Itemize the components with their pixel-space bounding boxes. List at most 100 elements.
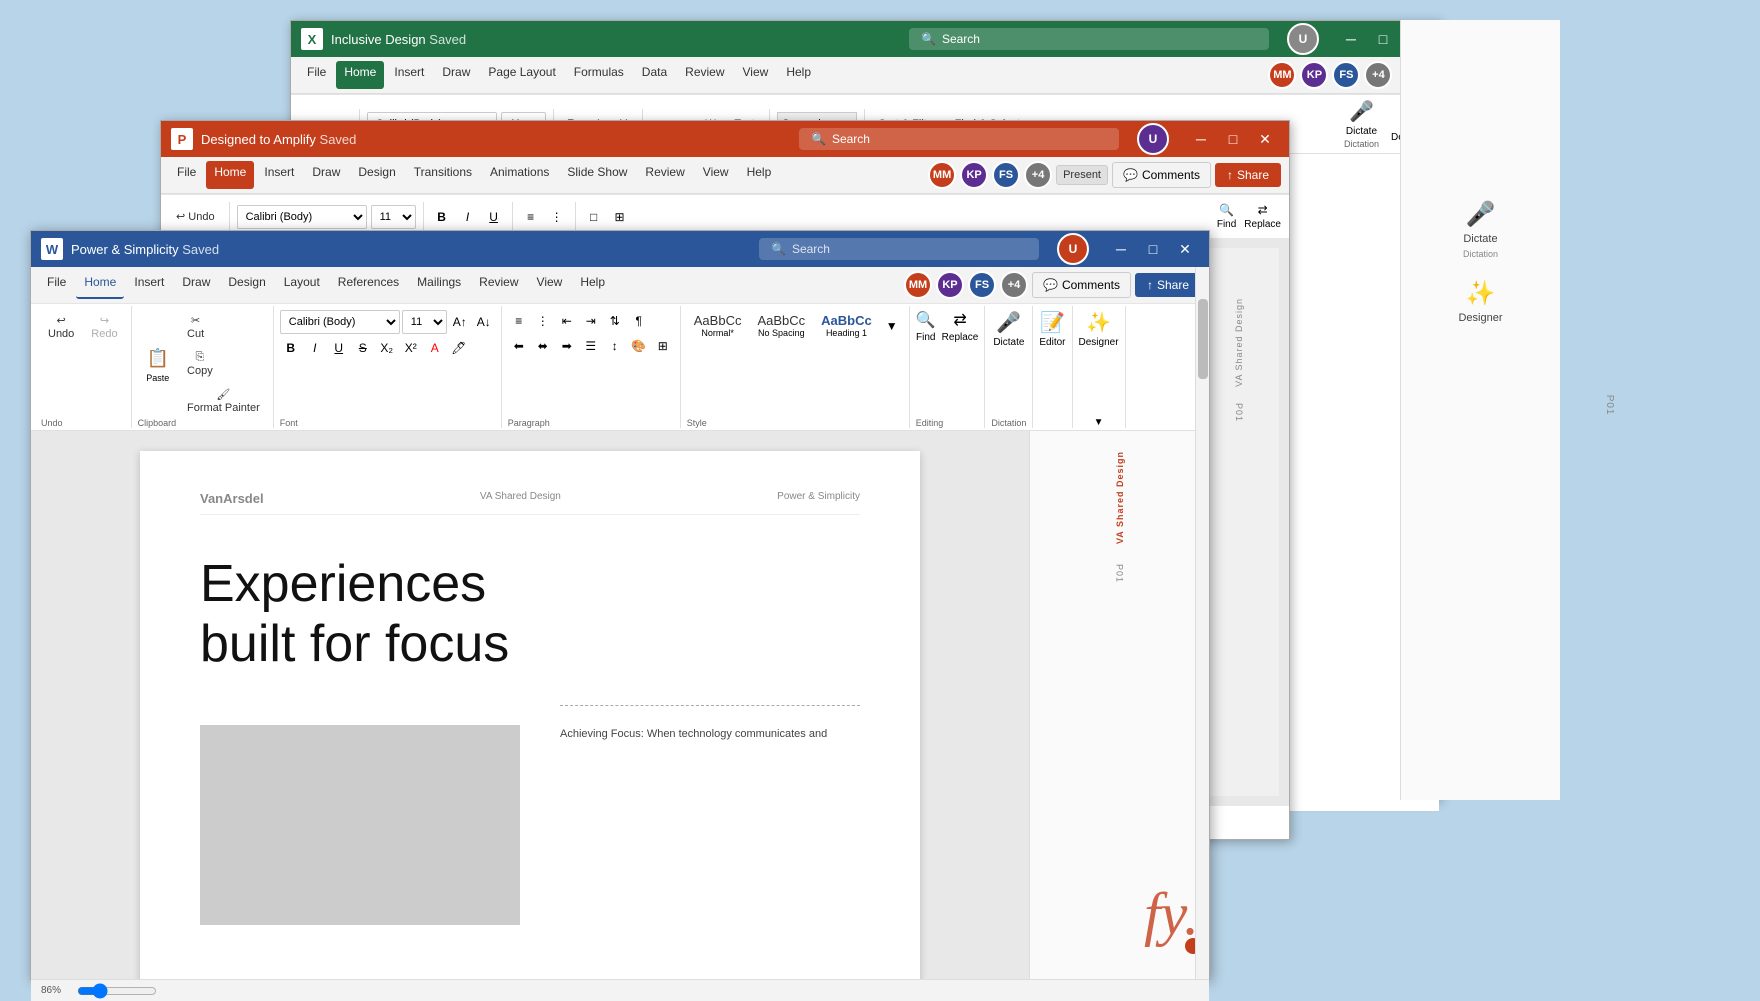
ppt-menu-design[interactable]: Design [350,161,403,189]
excel-menu-help[interactable]: Help [778,61,819,89]
ppt-size-selector[interactable]: 11 [371,205,416,229]
word-menu-mailings[interactable]: Mailings [409,271,469,299]
word-undo-button[interactable]: ↩ Undo [41,310,81,344]
word-avatar-fs[interactable]: FS [968,271,996,299]
ppt-undo-button[interactable]: ↩ Undo [169,206,222,227]
word-maximize-button[interactable]: □ [1139,235,1167,263]
word-cut-button[interactable]: ✂ Cut [180,310,211,344]
word-minimize-button[interactable]: ─ [1107,235,1135,263]
word-superscript-button[interactable]: X² [400,337,422,359]
ppt-search-bar[interactable]: 🔍 Search [799,128,1119,150]
excel-avatar-fs[interactable]: FS [1332,61,1360,89]
ppt-menu-home[interactable]: Home [206,161,254,189]
word-avatar-kp[interactable]: KP [936,271,964,299]
word-copy-button[interactable]: ⎘ Copy [180,347,220,381]
word-outdent-button[interactable]: ⇤ [556,310,578,332]
word-menu-review[interactable]: Review [471,271,526,299]
word-strikethrough-button[interactable]: S [352,337,374,359]
word-sort-button[interactable]: ⇅ [604,310,626,332]
word-underline-button[interactable]: U [328,337,350,359]
word-italic-button[interactable]: I [304,337,326,359]
word-align-right[interactable]: ➡ [556,335,578,357]
word-search-bar[interactable]: 🔍 Search [759,238,1039,260]
word-redo-button[interactable]: ↪ Redo [84,310,124,344]
excel-avatar-kp[interactable]: KP [1300,61,1328,89]
find-label[interactable]: Find [1217,219,1236,230]
ppt-menu-view[interactable]: View [695,161,737,189]
ppt-menu-help[interactable]: Help [739,161,780,189]
word-user-photo[interactable]: U [1057,233,1089,265]
word-indent-button[interactable]: ⇥ [580,310,602,332]
word-pilcrow-button[interactable]: ¶ [628,310,650,332]
word-shading[interactable]: 🎨 [628,335,650,357]
excel-search-bar[interactable]: 🔍 Search [909,28,1269,50]
ppt-bold-button[interactable]: B [431,206,453,228]
ppt-maximize-button[interactable]: □ [1219,125,1247,153]
word-font-selector[interactable]: Calibri (Body) [280,310,400,334]
word-comments-button[interactable]: 💬Comments [1032,272,1131,298]
word-highlight-button[interactable]: 🖊 [448,337,470,359]
word-size-selector[interactable]: 11 [402,310,447,334]
ppt-numbering-button[interactable]: ⋮ [546,206,568,228]
word-subscript-button[interactable]: X₂ [376,337,398,359]
word-style-heading1[interactable]: AaBbCc Heading 1 [814,310,879,341]
ppt-share-button[interactable]: ↑Share [1215,163,1281,187]
ppt-menu-insert[interactable]: Insert [256,161,302,189]
word-menu-draw[interactable]: Draw [174,271,218,299]
word-numbering-button[interactable]: ⋮ [532,310,554,332]
word-menu-help[interactable]: Help [572,271,613,299]
ppt-underline-button[interactable]: U [483,206,505,228]
word-justify[interactable]: ☰ [580,335,602,357]
ppt-menu-draw[interactable]: Draw [304,161,348,189]
word-dictate-label[interactable]: Dictate [993,337,1024,348]
ppt-insert-shapes[interactable]: □ [583,206,605,228]
word-close-button[interactable]: ✕ [1171,235,1199,263]
word-menu-insert[interactable]: Insert [126,271,172,299]
word-replace-label[interactable]: Replace [942,332,979,343]
excel-panel-designer[interactable]: ✨ Designer [1458,279,1502,324]
excel-menu-view[interactable]: View [735,61,777,89]
excel-user-photo[interactable]: U [1287,23,1319,55]
excel-menu-review[interactable]: Review [677,61,732,89]
excel-panel-dictate[interactable]: 🎤 Dictate Dictation [1463,200,1498,259]
word-styles-more[interactable]: ▼ [881,315,903,337]
ppt-avatar-mm[interactable]: MM [928,161,956,189]
word-grow-font[interactable]: A↑ [449,311,471,333]
replace-label[interactable]: Replace [1244,219,1281,230]
ppt-menu-review[interactable]: Review [637,161,692,189]
ppt-avatar-more[interactable]: +4 [1024,161,1052,189]
word-avatar-more[interactable]: +4 [1000,271,1028,299]
word-shrink-font[interactable]: A↓ [473,311,495,333]
word-menu-file[interactable]: File [39,271,74,299]
word-scrollbar[interactable] [1195,267,1209,979]
word-line-spacing[interactable]: ↕ [604,335,626,357]
excel-avatar-more[interactable]: +4 [1364,61,1392,89]
word-font-color-button[interactable]: A [424,337,446,359]
word-format-painter-button[interactable]: 🖌 Format Painter [180,384,267,418]
word-designer-dropdown[interactable]: ▼ [1094,417,1104,428]
ppt-avatar-fs[interactable]: FS [992,161,1020,189]
excel-menu-data[interactable]: Data [634,61,675,89]
ppt-close-button[interactable]: ✕ [1251,125,1279,153]
word-find-label[interactable]: Find [916,332,935,343]
word-borders[interactable]: ⊞ [652,335,674,357]
word-share-button[interactable]: ↑Share [1135,273,1201,297]
word-designer-label[interactable]: Designer [1079,337,1119,348]
maximize-button[interactable]: □ [1369,25,1397,53]
word-page-area[interactable]: VanArsdel VA Shared Design Power & Simpl… [31,431,1029,979]
ppt-avatar-kp[interactable]: KP [960,161,988,189]
word-style-nospacing[interactable]: AaBbCc No Spacing [750,310,812,341]
ppt-menu-transitions[interactable]: Transitions [406,161,480,189]
word-align-left[interactable]: ⬅ [508,335,530,357]
ppt-menu-file[interactable]: File [169,161,204,189]
excel-menu-insert[interactable]: Insert [386,61,432,89]
ppt-minimize-button[interactable]: ─ [1187,125,1215,153]
word-paste-button[interactable]: 📋 [138,345,178,372]
excel-dictate-label[interactable]: Dictate [1346,126,1377,137]
ppt-menu-slideshow[interactable]: Slide Show [559,161,635,189]
word-menu-design[interactable]: Design [220,271,273,299]
ppt-arrange-button[interactable]: ⊞ [609,206,631,228]
excel-menu-draw[interactable]: Draw [434,61,478,89]
word-editor-label[interactable]: Editor [1039,337,1065,348]
excel-menu-file[interactable]: File [299,61,334,89]
